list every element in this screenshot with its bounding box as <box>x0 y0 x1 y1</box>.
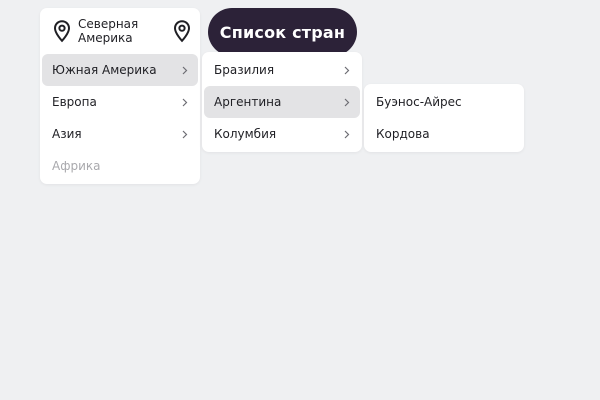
menu-item-label: Европа <box>52 95 97 109</box>
chevron-right-icon <box>342 65 352 75</box>
menu-item-brazil[interactable]: Бразилия <box>204 54 360 86</box>
map-pin-icon[interactable] <box>172 19 192 43</box>
menu-item-label: Южная Америка <box>52 63 157 77</box>
chevron-right-icon <box>342 97 352 107</box>
menu-item-label: Колумбия <box>214 127 277 141</box>
regions-menu-header: Северная Америка <box>40 8 200 54</box>
menu-item-south-america[interactable]: Южная Америка <box>42 54 198 86</box>
countries-menu: Бразилия Аргентина Колумбия <box>202 52 362 152</box>
country-list-button[interactable]: Список стран <box>208 8 357 56</box>
stage: Северная Америка Южная Америка Европа Аз… <box>0 0 600 400</box>
menu-item-cordoba[interactable]: Кордова <box>366 118 522 150</box>
regions-menu: Северная Америка Южная Америка Европа Аз… <box>40 8 200 184</box>
regions-menu-header-label: Северная Америка <box>78 17 139 45</box>
menu-item-asia[interactable]: Азия <box>42 118 198 150</box>
menu-item-africa: Африка <box>42 150 198 182</box>
menu-item-buenos-aires[interactable]: Буэнос-Айрес <box>366 86 522 118</box>
menu-item-label: Аргентина <box>214 95 282 109</box>
cities-menu: Буэнос-Айрес Кордова <box>364 84 524 152</box>
menu-item-label: Буэнос-Айрес <box>376 95 462 109</box>
menu-item-label: Африка <box>52 159 101 173</box>
chevron-right-icon <box>342 129 352 139</box>
menu-item-europe[interactable]: Европа <box>42 86 198 118</box>
chevron-right-icon <box>180 129 190 139</box>
chevron-right-icon <box>180 97 190 107</box>
chevron-right-icon <box>180 65 190 75</box>
map-pin-icon <box>52 19 72 43</box>
menu-item-label: Кордова <box>376 127 430 141</box>
menu-item-label: Бразилия <box>214 63 275 77</box>
menu-item-colombia[interactable]: Колумбия <box>204 118 360 150</box>
menu-item-argentina[interactable]: Аргентина <box>204 86 360 118</box>
menu-item-label: Азия <box>52 127 82 141</box>
